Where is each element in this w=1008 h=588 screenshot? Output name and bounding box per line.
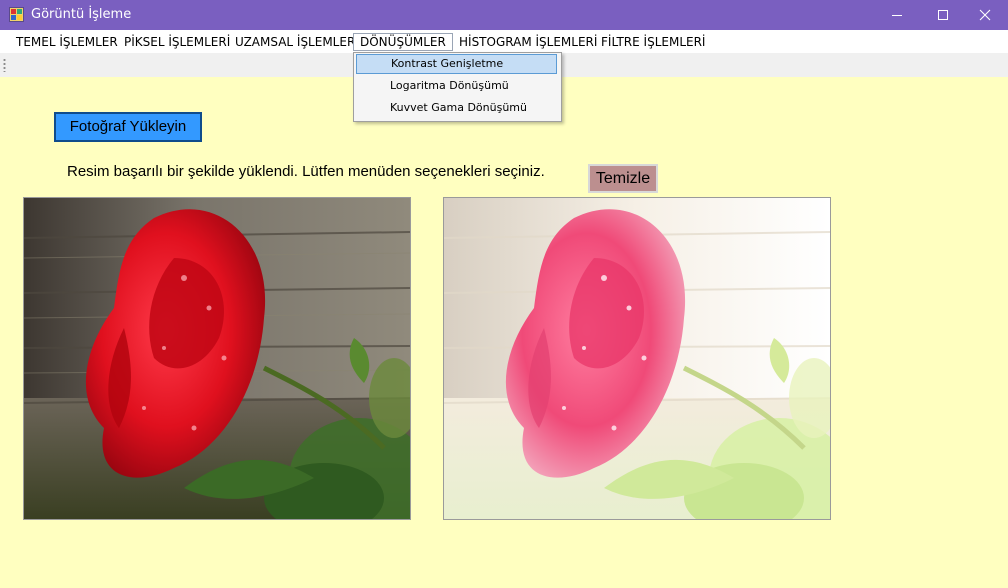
processed-image — [443, 197, 831, 520]
title-bar: Görüntü İşleme — [0, 0, 1008, 30]
close-button[interactable] — [962, 0, 1008, 30]
toolstrip-grip-icon[interactable] — [3, 58, 6, 72]
donusumler-dropdown: Kontrast Genişletme Logaritma Dönüşümü K… — [353, 52, 562, 122]
app-icon — [9, 7, 24, 22]
window-title: Görüntü İşleme — [31, 7, 132, 22]
menu-uzamsal-islemler[interactable]: UZAMSAL İŞLEMLER — [229, 33, 361, 51]
menu-histogram-islemleri[interactable]: HİSTOGRAM İŞLEMLERİ — [453, 33, 603, 51]
dropdown-item-kuvvet-gama-donusumu[interactable]: Kuvvet Gama Dönüşümü — [356, 98, 557, 118]
menu-donusumler[interactable]: DÖNÜŞÜMLER — [353, 33, 453, 51]
original-image — [23, 197, 411, 520]
maximize-button[interactable] — [920, 0, 966, 30]
minimize-button[interactable] — [874, 0, 920, 30]
dropdown-item-kontrast-genisletme[interactable]: Kontrast Genişletme — [356, 54, 557, 74]
load-photo-button[interactable]: Fotoğraf Yükleyin — [54, 112, 202, 142]
menu-temel-islemler[interactable]: TEMEL İŞLEMLER — [10, 33, 124, 51]
clear-button[interactable]: Temizle — [588, 164, 658, 193]
dropdown-item-logaritma-donusumu[interactable]: Logaritma Dönüşümü — [356, 76, 557, 96]
maximize-icon — [938, 10, 948, 20]
rose-photo-original — [24, 198, 410, 519]
minimize-icon — [892, 15, 902, 16]
menu-bar: TEMEL İŞLEMLER PİKSEL İŞLEMLERİ UZAMSAL … — [0, 30, 1008, 54]
status-label: Resim başarılı bir şekilde yüklendi. Lüt… — [67, 163, 545, 180]
rose-photo-processed — [444, 198, 830, 519]
close-icon — [979, 9, 991, 21]
menu-filtre-islemleri[interactable]: FİLTRE İŞLEMLERİ — [595, 33, 711, 51]
menu-piksel-islemleri[interactable]: PİKSEL İŞLEMLERİ — [118, 33, 236, 51]
